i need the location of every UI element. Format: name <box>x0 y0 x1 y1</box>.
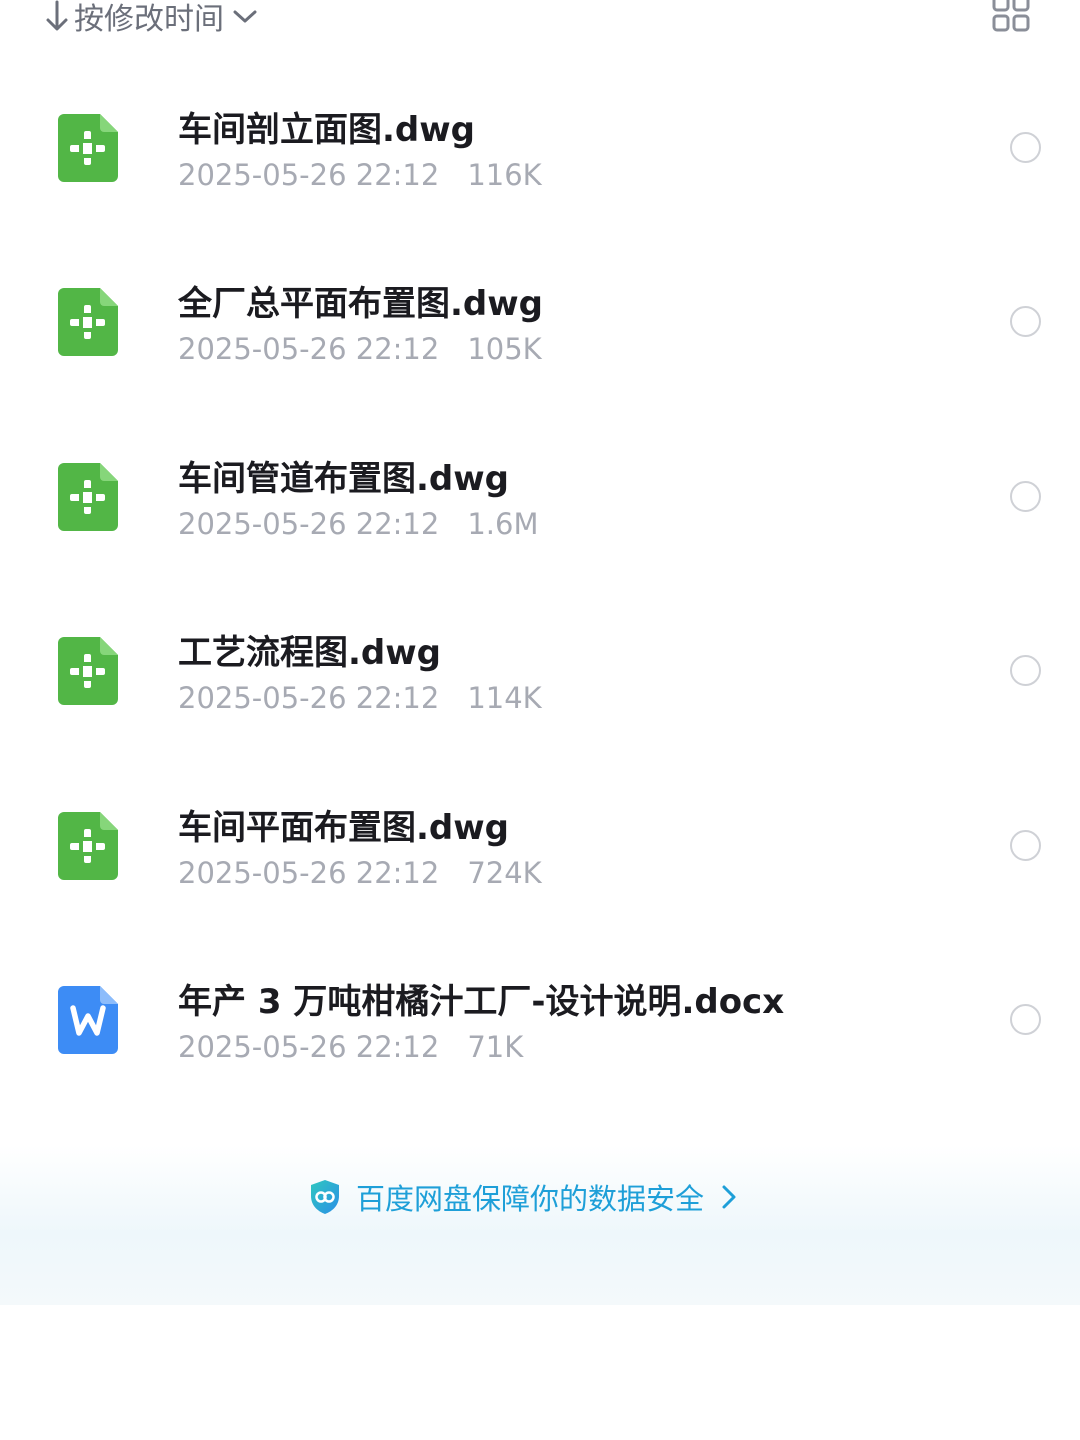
file-size: 114K <box>467 681 542 716</box>
cad-file-icon <box>58 811 118 880</box>
file-meta: 2025-05-26 22:12 724K <box>178 856 542 890</box>
file-size: 71K <box>467 1029 524 1064</box>
grid-view-icon[interactable] <box>992 0 1030 32</box>
sort-selector[interactable]: 按修改时间 <box>44 0 262 42</box>
file-row[interactable]: 车间管道布置图.dwg 2025-05-26 22:12 1.6M <box>0 411 1080 585</box>
file-row[interactable]: 车间平面布置图.dwg 2025-05-26 22:12 724K <box>0 760 1080 934</box>
security-text: 百度网盘保障你的数据安全 <box>356 1182 705 1216</box>
file-meta: 2025-05-26 22:12 71K <box>178 1030 523 1064</box>
file-date: 2025-05-26 22:12 <box>178 506 440 541</box>
security-banner: 百度网盘保障你的数据安全 <box>0 1145 1080 1305</box>
word-file-icon <box>58 985 118 1054</box>
file-size: 724K <box>467 855 542 890</box>
shield-icon <box>308 1178 342 1216</box>
arrow-down-icon <box>44 0 70 33</box>
file-date: 2025-05-26 22:12 <box>178 1029 440 1064</box>
file-meta: 2025-05-26 22:12 114K <box>178 681 542 715</box>
file-date: 2025-05-26 22:12 <box>178 855 440 890</box>
file-list-page: 按修改时间 车间剖立面图.dwg 2025-05-26 22:12 116K 全… <box>0 0 1080 1440</box>
chevron-right-icon <box>718 1182 740 1212</box>
file-meta: 2025-05-26 22:12 116K <box>178 158 542 192</box>
chevron-down-icon <box>228 1 262 31</box>
file-size: 105K <box>467 332 542 367</box>
security-link[interactable]: 百度网盘保障你的数据安全 <box>308 1175 740 1219</box>
cad-file-icon <box>58 114 118 182</box>
sort-label: 按修改时间 <box>74 2 224 37</box>
select-radio[interactable] <box>1010 1003 1041 1035</box>
file-date: 2025-05-26 22:12 <box>178 681 440 716</box>
cad-file-icon <box>58 462 118 531</box>
cad-file-icon <box>58 637 118 706</box>
file-meta: 2025-05-26 22:12 105K <box>178 332 542 366</box>
select-radio[interactable] <box>1010 480 1041 512</box>
select-radio[interactable] <box>1010 132 1041 163</box>
file-row[interactable]: 年产 3 万吨柑橘汁工厂-设计说明.docx 2025-05-26 22:12 7… <box>0 934 1080 1108</box>
file-row[interactable]: 全厂总平面布置图.dwg 2025-05-26 22:12 105K <box>0 236 1080 410</box>
file-date: 2025-05-26 22:12 <box>178 158 440 192</box>
select-radio[interactable] <box>1010 655 1041 687</box>
file-name: 工艺流程图.dwg <box>178 633 442 674</box>
file-list: 车间剖立面图.dwg 2025-05-26 22:12 116K 全厂总平面布置图… <box>0 62 1080 1108</box>
file-size: 1.6M <box>467 506 539 541</box>
select-radio[interactable] <box>1010 306 1041 338</box>
file-name: 车间管道布置图.dwg <box>178 458 510 499</box>
file-date: 2025-05-26 22:12 <box>178 332 440 367</box>
file-meta: 2025-05-26 22:12 1.6M <box>178 507 538 541</box>
file-name: 车间剖立面图.dwg <box>178 110 476 150</box>
file-row[interactable]: 车间剖立面图.dwg 2025-05-26 22:12 116K <box>0 62 1080 236</box>
file-row[interactable]: 工艺流程图.dwg 2025-05-26 22:12 114K <box>0 585 1080 759</box>
select-radio[interactable] <box>1010 829 1041 861</box>
file-size: 116K <box>467 158 542 192</box>
cad-file-icon <box>58 288 118 357</box>
file-name: 全厂总平面布置图.dwg <box>178 284 544 325</box>
file-name: 车间平面布置图.dwg <box>178 807 510 848</box>
file-name: 年产 3 万吨柑橘汁工厂-设计说明.docx <box>178 981 785 1022</box>
